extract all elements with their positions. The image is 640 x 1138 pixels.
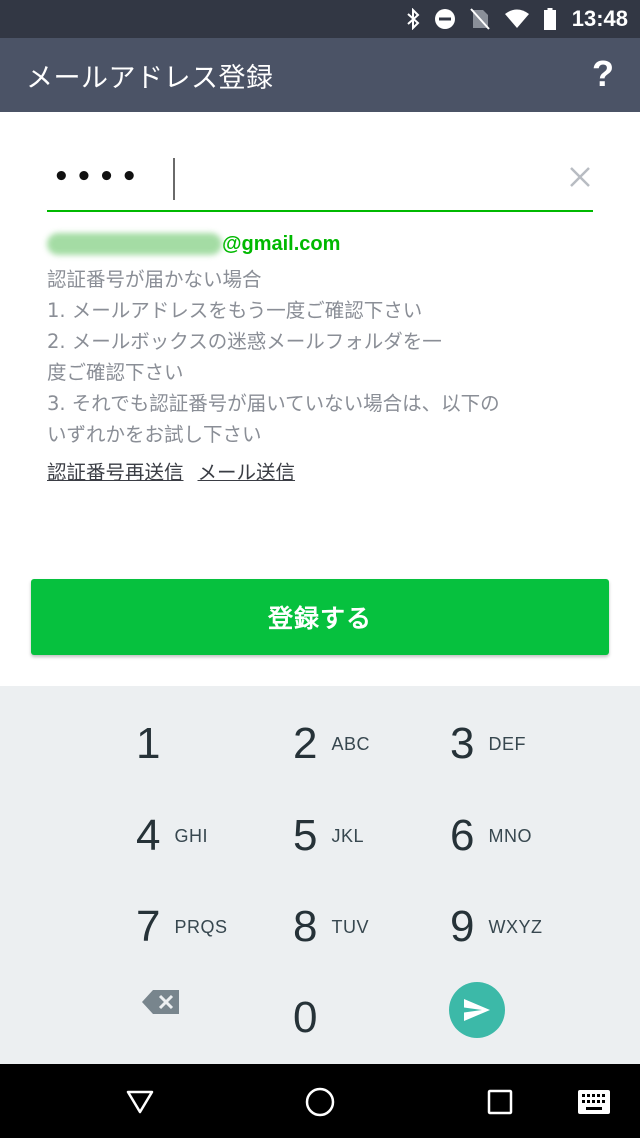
help-button[interactable]: ? [588, 52, 618, 96]
key-digit: 2 [293, 719, 318, 768]
key-2[interactable]: 2 ABC [293, 704, 453, 784]
key-digit: 5 [293, 811, 318, 860]
status-icons: 13:48 [406, 0, 628, 38]
help-line: 1. メールアドレスをもう一度ご確認下さい [47, 299, 423, 322]
register-button[interactable]: 登録する [31, 579, 609, 655]
key-6[interactable]: 6 MNO [450, 796, 610, 876]
key-letters: ABC [331, 733, 370, 754]
key-digit: 9 [450, 902, 475, 951]
wifi-icon [504, 9, 529, 28]
help-line: 度ご確認下さい [47, 361, 184, 384]
send-mail-link[interactable]: メール送信 [198, 456, 296, 485]
key-0[interactable]: 0 [293, 978, 453, 1058]
keyboard-switch-button[interactable] [576, 1084, 612, 1120]
key-letters: TUV [331, 916, 369, 937]
help-line: 3. それでも認証番号が届いていない場合は、以下の [47, 392, 500, 415]
help-links: 認証番号再送信 メール送信 [47, 456, 295, 485]
verification-code-input[interactable]: •••• [47, 150, 593, 212]
key-digit: 6 [450, 811, 475, 860]
back-triangle-icon [126, 1090, 154, 1114]
help-line: いずれかをお試し下さい [47, 423, 262, 446]
key-9[interactable]: 9 WXYZ [450, 887, 610, 967]
numeric-keypad: 1 2 ABC 3 DEF 4 GHI 5 JKL 6 MNO 7 PRQS 8… [0, 686, 640, 1064]
key-letters: WXYZ [488, 916, 543, 937]
key-8[interactable]: 8 TUV [293, 887, 453, 967]
app-bar: メールアドレス登録 ? [0, 38, 640, 112]
clear-icon[interactable] [567, 164, 593, 190]
verification-code-value[interactable]: •••• [53, 162, 143, 192]
help-text: 認証番号が届かない場合 1. メールアドレスをもう一度ご確認下さい 2. メール… [47, 264, 567, 450]
recents-square-icon [487, 1089, 513, 1115]
key-letters: PRQS [174, 916, 228, 937]
bluetooth-icon [407, 8, 420, 30]
key-letters: DEF [488, 733, 526, 754]
email-address: @gmail.com [47, 230, 340, 258]
help-line: 2. メールボックスの迷惑メールフォルダを一 [47, 330, 442, 353]
key-letters: JKL [331, 825, 365, 846]
key-4[interactable]: 4 GHI [136, 796, 296, 876]
status-time: 13:48 [571, 6, 628, 31]
email-local-part-redacted [47, 233, 222, 255]
home-button[interactable] [302, 1084, 338, 1120]
key-digit: 7 [136, 902, 161, 951]
send-button[interactable] [449, 982, 505, 1038]
key-3[interactable]: 3 DEF [450, 704, 610, 784]
navigation-bar [0, 1064, 640, 1138]
key-7[interactable]: 7 PRQS [136, 887, 296, 967]
email-domain: @gmail.com [222, 232, 341, 255]
key-digit: 3 [450, 719, 475, 768]
page-title: メールアドレス登録 [26, 63, 274, 94]
home-circle-icon [305, 1087, 335, 1117]
resend-code-link[interactable]: 認証番号再送信 [47, 456, 184, 485]
backspace-icon[interactable] [141, 988, 181, 1016]
key-1[interactable]: 1 [136, 704, 296, 784]
key-digit: 0 [293, 993, 318, 1042]
status-bar: 13:48 [0, 0, 640, 38]
no-sim-icon [469, 8, 490, 30]
key-digit: 4 [136, 811, 161, 860]
keyboard-icon [578, 1090, 610, 1114]
help-line: 認証番号が届かない場合 [47, 268, 262, 291]
text-caret [173, 158, 175, 200]
key-letters: GHI [174, 825, 208, 846]
do-not-disturb-icon [434, 9, 455, 29]
key-digit: 1 [136, 719, 161, 768]
battery-icon [543, 8, 556, 30]
key-letters: MNO [488, 825, 532, 846]
key-digit: 8 [293, 902, 318, 951]
key-5[interactable]: 5 JKL [293, 796, 453, 876]
recents-button[interactable] [482, 1084, 518, 1120]
send-icon [464, 999, 490, 1021]
back-button[interactable] [122, 1084, 158, 1120]
